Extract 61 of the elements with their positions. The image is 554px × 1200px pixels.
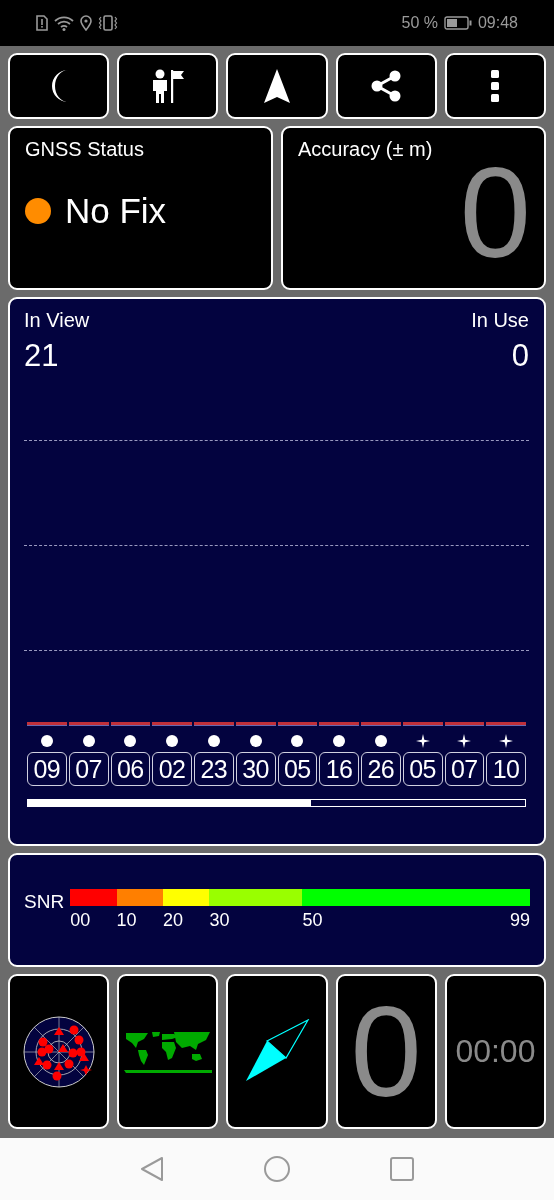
world-map-button[interactable] [117, 974, 219, 1129]
satellite-id: 23 [194, 752, 234, 786]
satellite-dot-icon [166, 735, 179, 747]
satellite-id: 16 [319, 752, 359, 786]
sim-alert-icon [36, 15, 48, 31]
recent-apps-icon[interactable] [390, 1157, 414, 1181]
more-menu-button[interactable] [444, 53, 546, 119]
fix-status: No Fix [65, 191, 167, 231]
satellite-dot-icon [374, 735, 387, 747]
snr-tick-label: 20 [163, 910, 184, 931]
sky-view-button[interactable] [8, 974, 110, 1129]
satellite-id: 09 [27, 752, 67, 786]
navigation-arrow-icon [263, 68, 291, 104]
satellite-id: 10 [486, 752, 526, 786]
satellite-id: 26 [361, 752, 401, 786]
snr-tick-label: 10 [116, 910, 137, 931]
snr-label: SNR [24, 891, 65, 913]
home-icon[interactable] [264, 1156, 290, 1182]
speed-button[interactable]: 0 [335, 974, 437, 1129]
back-icon[interactable] [140, 1156, 164, 1182]
snr-tick-label: 99 [509, 910, 530, 931]
satellite-id: 05 [277, 752, 318, 786]
in-view-count: 21 [24, 338, 59, 374]
share-button[interactable] [335, 53, 437, 119]
card-title: GNSS Status [25, 138, 145, 161]
clock-time: 09:48 [477, 14, 518, 32]
night-mode-button[interactable] [8, 53, 110, 119]
satellite-dot-icon [40, 735, 53, 747]
in-use-label: In Use [471, 309, 529, 332]
satellite-star-icon [499, 734, 514, 748]
wifi-icon [54, 15, 74, 31]
navigation-arrow-button[interactable] [226, 53, 328, 119]
location-pin-icon [80, 15, 92, 31]
battery-icon [443, 16, 472, 30]
satellite-dot-icon [291, 735, 304, 747]
person-flag-button[interactable] [117, 53, 219, 119]
satellite-id: 07 [68, 752, 109, 786]
satellite-dot-icon [124, 735, 137, 747]
accuracy-value: 0 [459, 149, 531, 277]
battery-percent: 50 % [401, 14, 438, 32]
satellite-id: 06 [110, 752, 151, 786]
satellite-id: 02 [152, 752, 192, 786]
satellite-id: 30 [235, 752, 276, 786]
snr-tick-label: 50 [302, 910, 323, 931]
card-title: Accuracy (± m) [298, 138, 434, 161]
satellite-star-icon [457, 734, 472, 748]
in-use-count: 0 [511, 338, 529, 374]
compass-button[interactable] [226, 974, 328, 1129]
satellite-star-icon [415, 734, 430, 748]
satellite-dot-icon [249, 735, 262, 747]
satellite-dot-icon [333, 735, 346, 747]
snr-tick-label: 30 [209, 910, 230, 931]
in-view-label: In View [24, 309, 90, 332]
satellite-dot-icon [207, 735, 220, 747]
more-icon [490, 69, 501, 103]
vibrate-icon [98, 15, 118, 31]
satellite-id: 05 [402, 752, 443, 786]
satellite-id: 07 [444, 752, 485, 786]
snr-tick-label: 00 [70, 910, 91, 931]
satellite-dot-icon [82, 735, 95, 747]
timer-button[interactable]: 00:00 [444, 974, 546, 1129]
